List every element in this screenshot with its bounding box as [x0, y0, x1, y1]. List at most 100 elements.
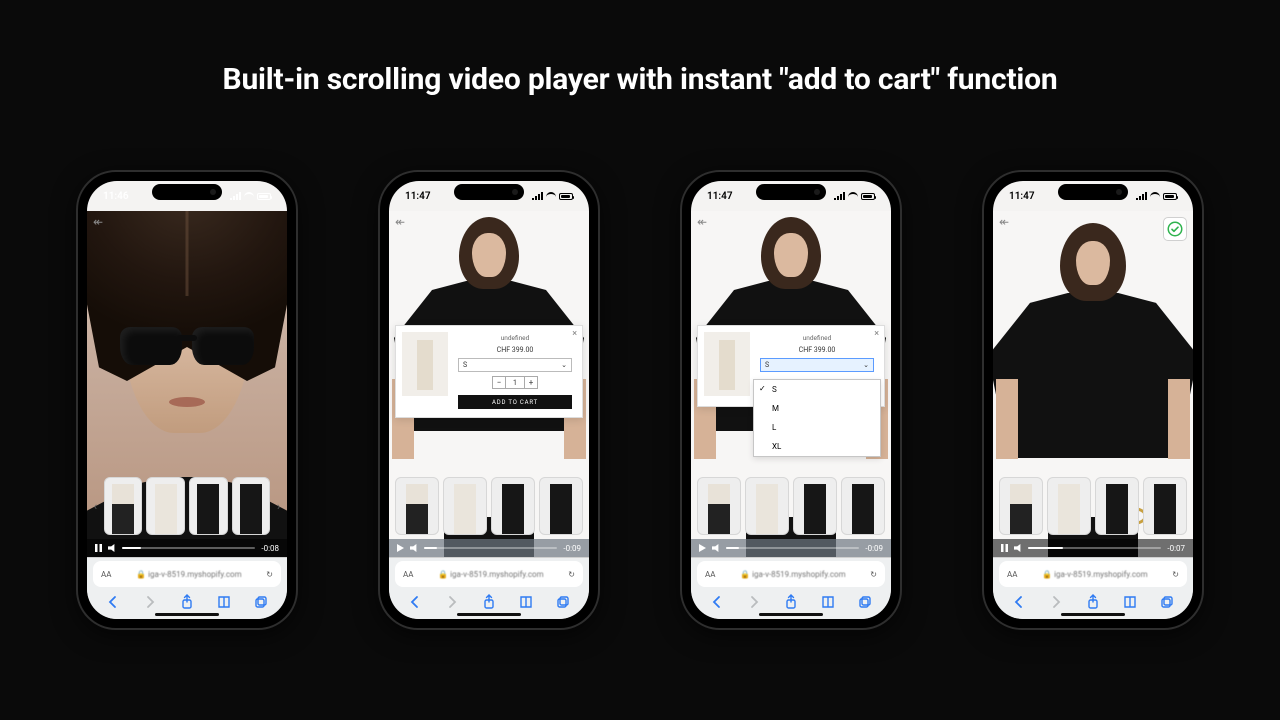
- thumbnail[interactable]: [232, 477, 271, 535]
- seek-bar[interactable]: [424, 547, 557, 549]
- battery-icon: [257, 193, 271, 200]
- qty-minus-button[interactable]: −: [492, 376, 506, 389]
- thumbnail[interactable]: [189, 477, 228, 535]
- back-icon[interactable]: ↞: [395, 215, 405, 229]
- text-size-icon[interactable]: AA: [101, 570, 111, 579]
- safari-chrome: AA 🔒 iga-v-8519.myshopify.com ↻: [389, 557, 589, 619]
- add-to-cart-modal: × undefined CHF 399.00 S⌄ − 1: [395, 325, 583, 418]
- forward-button[interactable]: [1048, 594, 1064, 610]
- chevron-down-icon: ⌄: [561, 361, 567, 369]
- thumbnail[interactable]: [745, 477, 789, 535]
- bookmarks-icon[interactable]: [1122, 594, 1138, 610]
- forward-button[interactable]: [746, 594, 762, 610]
- product-thumbnails: ‹ ›: [91, 475, 283, 537]
- thumb-next-icon[interactable]: ›: [274, 500, 283, 513]
- thumbnail[interactable]: [841, 477, 885, 535]
- close-icon[interactable]: ×: [874, 329, 879, 339]
- bookmarks-icon[interactable]: [820, 594, 836, 610]
- size-option[interactable]: XL: [754, 437, 880, 456]
- tabs-icon[interactable]: [857, 594, 873, 610]
- qty-plus-button[interactable]: +: [524, 376, 538, 389]
- mute-icon[interactable]: [410, 544, 418, 552]
- notch: [1058, 184, 1128, 200]
- back-button[interactable]: [1011, 594, 1027, 610]
- back-button[interactable]: [407, 594, 423, 610]
- thumbnail[interactable]: [1095, 477, 1139, 535]
- share-icon[interactable]: [179, 594, 195, 610]
- address-bar[interactable]: AA 🔒 iga-v-8519.myshopify.com ↻: [999, 561, 1187, 587]
- headline: Built-in scrolling video player with ins…: [0, 0, 1280, 97]
- play-icon[interactable]: [397, 544, 404, 552]
- size-option[interactable]: M: [754, 399, 880, 418]
- reload-icon[interactable]: ↻: [1172, 570, 1179, 579]
- clock: 11:47: [405, 191, 431, 202]
- thumbnail[interactable]: [146, 477, 185, 535]
- safari-chrome: AA 🔒 iga-v-8519.myshopify.com ↻: [993, 557, 1193, 619]
- text-size-icon[interactable]: AA: [403, 570, 413, 579]
- share-icon[interactable]: [783, 594, 799, 610]
- home-indicator[interactable]: [1061, 613, 1125, 616]
- size-select[interactable]: S⌄: [760, 358, 874, 372]
- home-indicator[interactable]: [759, 613, 823, 616]
- share-icon[interactable]: [1085, 594, 1101, 610]
- tabs-icon[interactable]: [253, 594, 269, 610]
- reload-icon[interactable]: ↻: [568, 570, 575, 579]
- safari-chrome: AA 🔒 iga-v-8519.myshopify.com ↻: [691, 557, 891, 619]
- thumbnail[interactable]: [443, 477, 487, 535]
- play-icon[interactable]: [699, 544, 706, 552]
- address-bar[interactable]: AA 🔒 iga-v-8519.myshopify.com ↻: [395, 561, 583, 587]
- home-indicator[interactable]: [457, 613, 521, 616]
- cellular-icon: [230, 192, 241, 200]
- tabs-icon[interactable]: [555, 594, 571, 610]
- tabs-icon[interactable]: [1159, 594, 1175, 610]
- text-size-icon[interactable]: AA: [1007, 570, 1017, 579]
- bookmarks-icon[interactable]: [216, 594, 232, 610]
- address-bar[interactable]: AA 🔒 iga-v-8519.myshopify.com ↻: [93, 561, 281, 587]
- forward-button[interactable]: [444, 594, 460, 610]
- seek-bar[interactable]: [1028, 547, 1161, 549]
- reload-icon[interactable]: ↻: [870, 570, 877, 579]
- back-icon[interactable]: ↞: [999, 215, 1009, 229]
- back-icon[interactable]: ↞: [93, 215, 103, 229]
- thumbnail[interactable]: [104, 477, 143, 535]
- video-controls: -0:09: [389, 539, 589, 557]
- thumbnail[interactable]: [697, 477, 741, 535]
- modal-thumbnail[interactable]: [704, 332, 750, 396]
- thumbnail[interactable]: [395, 477, 439, 535]
- back-button[interactable]: [105, 594, 121, 610]
- wifi-icon: [546, 192, 556, 200]
- thumb-prev-icon[interactable]: ‹: [91, 500, 100, 513]
- mute-icon[interactable]: [108, 544, 116, 552]
- address-bar[interactable]: AA 🔒 iga-v-8519.myshopify.com ↻: [697, 561, 885, 587]
- thumbnail[interactable]: [1143, 477, 1187, 535]
- seek-bar[interactable]: [122, 547, 255, 549]
- home-indicator[interactable]: [155, 613, 219, 616]
- mute-icon[interactable]: [712, 544, 720, 552]
- text-size-icon[interactable]: AA: [705, 570, 715, 579]
- pause-icon[interactable]: [1001, 544, 1008, 552]
- thumbnail[interactable]: [999, 477, 1043, 535]
- add-to-cart-button[interactable]: ADD TO CART: [458, 395, 572, 409]
- modal-thumbnail[interactable]: [402, 332, 448, 396]
- close-icon[interactable]: ×: [572, 329, 577, 339]
- share-icon[interactable]: [481, 594, 497, 610]
- thumbnail[interactable]: [793, 477, 837, 535]
- seek-bar[interactable]: [726, 547, 859, 549]
- size-option[interactable]: S: [754, 380, 880, 399]
- viewport: ↞ × undefined CHF 399.00: [691, 211, 891, 557]
- back-icon[interactable]: ↞: [697, 215, 707, 229]
- pause-icon[interactable]: [95, 544, 102, 552]
- thumbnail[interactable]: [539, 477, 583, 535]
- phone-4: 11:47 ↞: [982, 170, 1204, 630]
- back-button[interactable]: [709, 594, 725, 610]
- thumbnail[interactable]: [491, 477, 535, 535]
- forward-button[interactable]: [142, 594, 158, 610]
- quantity-stepper: − 1 +: [492, 376, 538, 389]
- cellular-icon: [1136, 192, 1147, 200]
- size-option[interactable]: L: [754, 418, 880, 437]
- bookmarks-icon[interactable]: [518, 594, 534, 610]
- size-select[interactable]: S⌄: [458, 358, 572, 372]
- mute-icon[interactable]: [1014, 544, 1022, 552]
- thumbnail[interactable]: [1047, 477, 1091, 535]
- reload-icon[interactable]: ↻: [266, 570, 273, 579]
